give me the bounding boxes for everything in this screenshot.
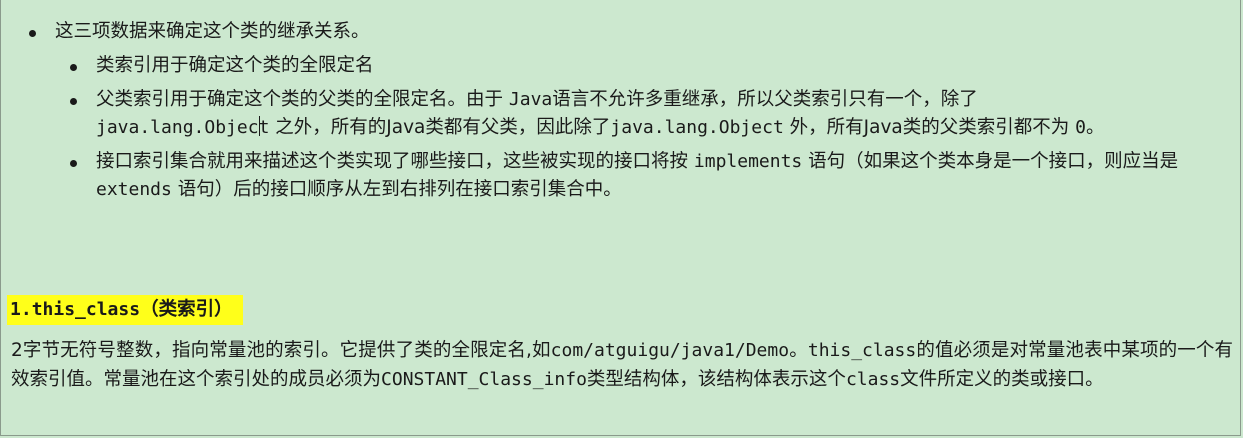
sub-bullet-list: 类索引用于确定这个类的全限定名 父类索引用于确定这个类的父类的全限定名。由于 J… [55,52,1233,204]
desc-text: 2字节无符号整数，指向常量池的索引。它提供了类的全限定名,如 [11,340,551,361]
code-object: java.lang.Object [610,117,784,138]
code-object: java.lang.Objec [96,117,259,138]
bullet-text: 父类索引用于确定这个类的父类的全限定名。由于 [96,89,509,110]
document-page: 这三项数据来确定这个类的继承关系。 类索引用于确定这个类的全限定名 父类索引用于… [0,0,1241,436]
desc-text: 类型结构体，该结构体表示这个 [586,369,846,390]
description-paragraph: 2字节无符号整数，指向常量池的索引。它提供了类的全限定名,如com/atguig… [11,336,1233,394]
code-zero: 0 [1075,117,1086,138]
bullet-text: 这三项数据来确定这个类的继承关系。 [55,21,370,42]
text-java: Java [386,117,426,138]
bullet-text: 之外，所有的 [269,117,387,138]
code-this-class: this_class [807,340,917,361]
desc-text: 。 [789,340,808,361]
bullet-text: 类都有父类，因此除了 [425,117,611,138]
section-number: 1. [10,299,32,320]
code-path: com/atguigu/java1/Demo [550,340,790,361]
bullet-section: 这三项数据来确定这个类的继承关系。 类索引用于确定这个类的全限定名 父类索引用于… [11,18,1233,210]
list-item: 父类索引用于确定这个类的父类的全限定名。由于 Java语言不允许多重继承，所以父… [55,86,1233,142]
bullet-text: 。 [1085,117,1105,138]
list-item: 接口索引集合就用来描述这个类实现了哪些接口，这些被实现的接口将按 impleme… [55,148,1233,204]
bullet-text: 类的父类索引都不为 [902,117,1076,138]
code-class: class [845,369,901,390]
code-implements: implements [693,151,803,172]
section-name: this_class [31,299,141,320]
bullet-text: 类索引用于确定这个类的全限定名 [96,55,374,76]
bullet-list: 这三项数据来确定这个类的继承关系。 类索引用于确定这个类的全限定名 父类索引用于… [11,18,1233,204]
text-java: Java [863,117,903,138]
bullet-text: 接口索引集合就用来描述这个类实现了哪些接口，这些被实现的接口将按 [96,151,694,172]
bullet-text: 语句）后的接口顺序从左到右排列在接口索引集合中。 [171,179,622,200]
bullet-text: 外，所有 [783,117,864,138]
section-heading: 1.this_class（类索引） [7,295,243,325]
code-java: Java [508,89,553,110]
list-item: 类索引用于确定这个类的全限定名 [55,52,1233,80]
desc-text: 文件所定义的类或接口。 [900,369,1104,390]
section-suffix: （类索引） [140,299,233,320]
code-extends: extends [96,179,172,200]
code-object-end: t [258,117,270,138]
bullet-text: 语言不允许多重继承，所以父类索引只有一个，除了 [552,89,978,110]
bullet-text: 语句（如果这个类本身是一个接口，则应当是 [802,151,1179,172]
list-item: 这三项数据来确定这个类的继承关系。 类索引用于确定这个类的全限定名 父类索引用于… [11,18,1233,204]
code-constant-class-info: CONSTANT_Class_info [381,369,587,390]
